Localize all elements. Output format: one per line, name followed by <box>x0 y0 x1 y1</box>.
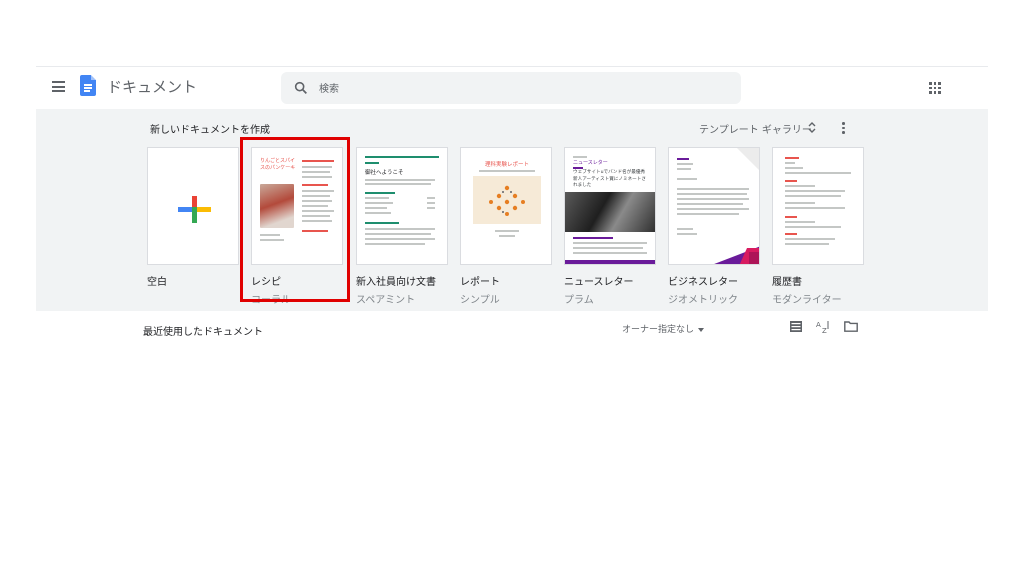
thumb-title: 御社へようこそ <box>365 170 404 176</box>
template-name: レシピ <box>251 277 281 288</box>
recent-documents-title: 最近使用したドキュメント <box>143 327 263 338</box>
template-report[interactable]: 理科実験レポート レポート シンプル <box>460 147 552 306</box>
template-thumbnail[interactable]: 理科実験レポート <box>460 147 552 265</box>
template-recipe[interactable]: りんごとスパイスのパンケーキ レシピ コーラル <box>251 147 343 306</box>
template-thumbnail[interactable]: ニュースレター ウェブサイトuでバンド名が最優秀新人アーティスト賞にノミネートさ… <box>564 147 656 265</box>
geometric-shapes <box>714 246 759 264</box>
thumb-title: 理科実験レポート <box>484 162 529 168</box>
svg-text:A: A <box>816 321 821 329</box>
template-business-letter[interactable]: ビジネスレター ジオメトリック <box>668 147 760 306</box>
template-style: プラム <box>564 295 594 306</box>
unfold-more-icon[interactable] <box>807 121 817 134</box>
report-illustration <box>473 176 541 224</box>
sort-az-icon[interactable]: A Z <box>816 320 830 334</box>
template-name: 履歴書 <box>772 277 802 288</box>
template-resume[interactable]: 履歴書 モダンライター <box>772 147 864 306</box>
food-photo <box>260 184 294 228</box>
app-title[interactable]: ドキュメント <box>107 76 197 97</box>
template-blank[interactable]: 空白 <box>147 147 239 288</box>
template-newsletter[interactable]: ニュースレター ウェブサイトuでバンド名が最優秀新人アーティスト賞にノミネートさ… <box>564 147 656 306</box>
dropdown-caret-icon <box>698 327 705 332</box>
accent-bar <box>365 156 439 158</box>
app-header: ドキュメント <box>36 67 988 109</box>
template-name: ニュースレター <box>564 277 634 288</box>
template-thumbnail[interactable] <box>772 147 864 265</box>
plus-icon <box>178 196 211 223</box>
template-gallery-button[interactable]: テンプレート ギャラリー <box>699 121 812 136</box>
template-style: モダンライター <box>772 295 842 306</box>
owner-filter-label: オーナー指定なし <box>622 325 695 335</box>
template-name: 新入社員向け文書 <box>356 277 436 288</box>
template-style: ジオメトリック <box>668 295 738 306</box>
folder-icon[interactable] <box>844 321 858 332</box>
owner-filter-dropdown[interactable]: オーナー指定なし <box>622 322 705 335</box>
more-options-icon[interactable] <box>842 122 846 134</box>
list-view-icon[interactable] <box>790 321 802 332</box>
hamburger-menu-icon[interactable] <box>52 81 65 92</box>
molecule-icon <box>489 185 525 216</box>
search-input[interactable] <box>317 78 721 100</box>
template-name: レポート <box>460 277 500 288</box>
docs-logo-icon[interactable] <box>80 75 96 96</box>
template-thumbnail[interactable] <box>668 147 760 265</box>
svg-text:Z: Z <box>822 327 827 334</box>
template-thumbnail[interactable] <box>147 147 239 265</box>
search-icon[interactable] <box>293 80 309 96</box>
template-name: 空白 <box>147 277 167 288</box>
template-thumbnail[interactable]: 御社へようこそ <box>356 147 448 265</box>
thumb-title: りんごとスパイスのパンケーキ <box>260 158 296 171</box>
search-box[interactable] <box>281 72 741 104</box>
thumb-title: ニュースレター <box>573 160 608 166</box>
template-style: コーラル <box>251 295 291 306</box>
guitar-photo <box>565 192 655 232</box>
thumb-body: ウェブサイトuでバンド名が最優秀新人アーティスト賞にノミネートされました <box>573 170 646 188</box>
template-style: シンプル <box>460 295 500 306</box>
google-apps-icon[interactable] <box>929 82 941 94</box>
template-panel: 新しいドキュメントを作成 テンプレート ギャラリー 空白 りんごとスパイスのパン… <box>36 109 988 311</box>
template-onboarding[interactable]: 御社へようこそ 新入社員向け文書 スペアミント <box>356 147 448 306</box>
template-thumbnail[interactable]: りんごとスパイスのパンケーキ <box>251 147 343 265</box>
template-name: ビジネスレター <box>668 277 738 288</box>
bottom-bar <box>565 260 655 264</box>
template-style: スペアミント <box>356 295 416 306</box>
section-title: 新しいドキュメントを作成 <box>150 125 270 136</box>
